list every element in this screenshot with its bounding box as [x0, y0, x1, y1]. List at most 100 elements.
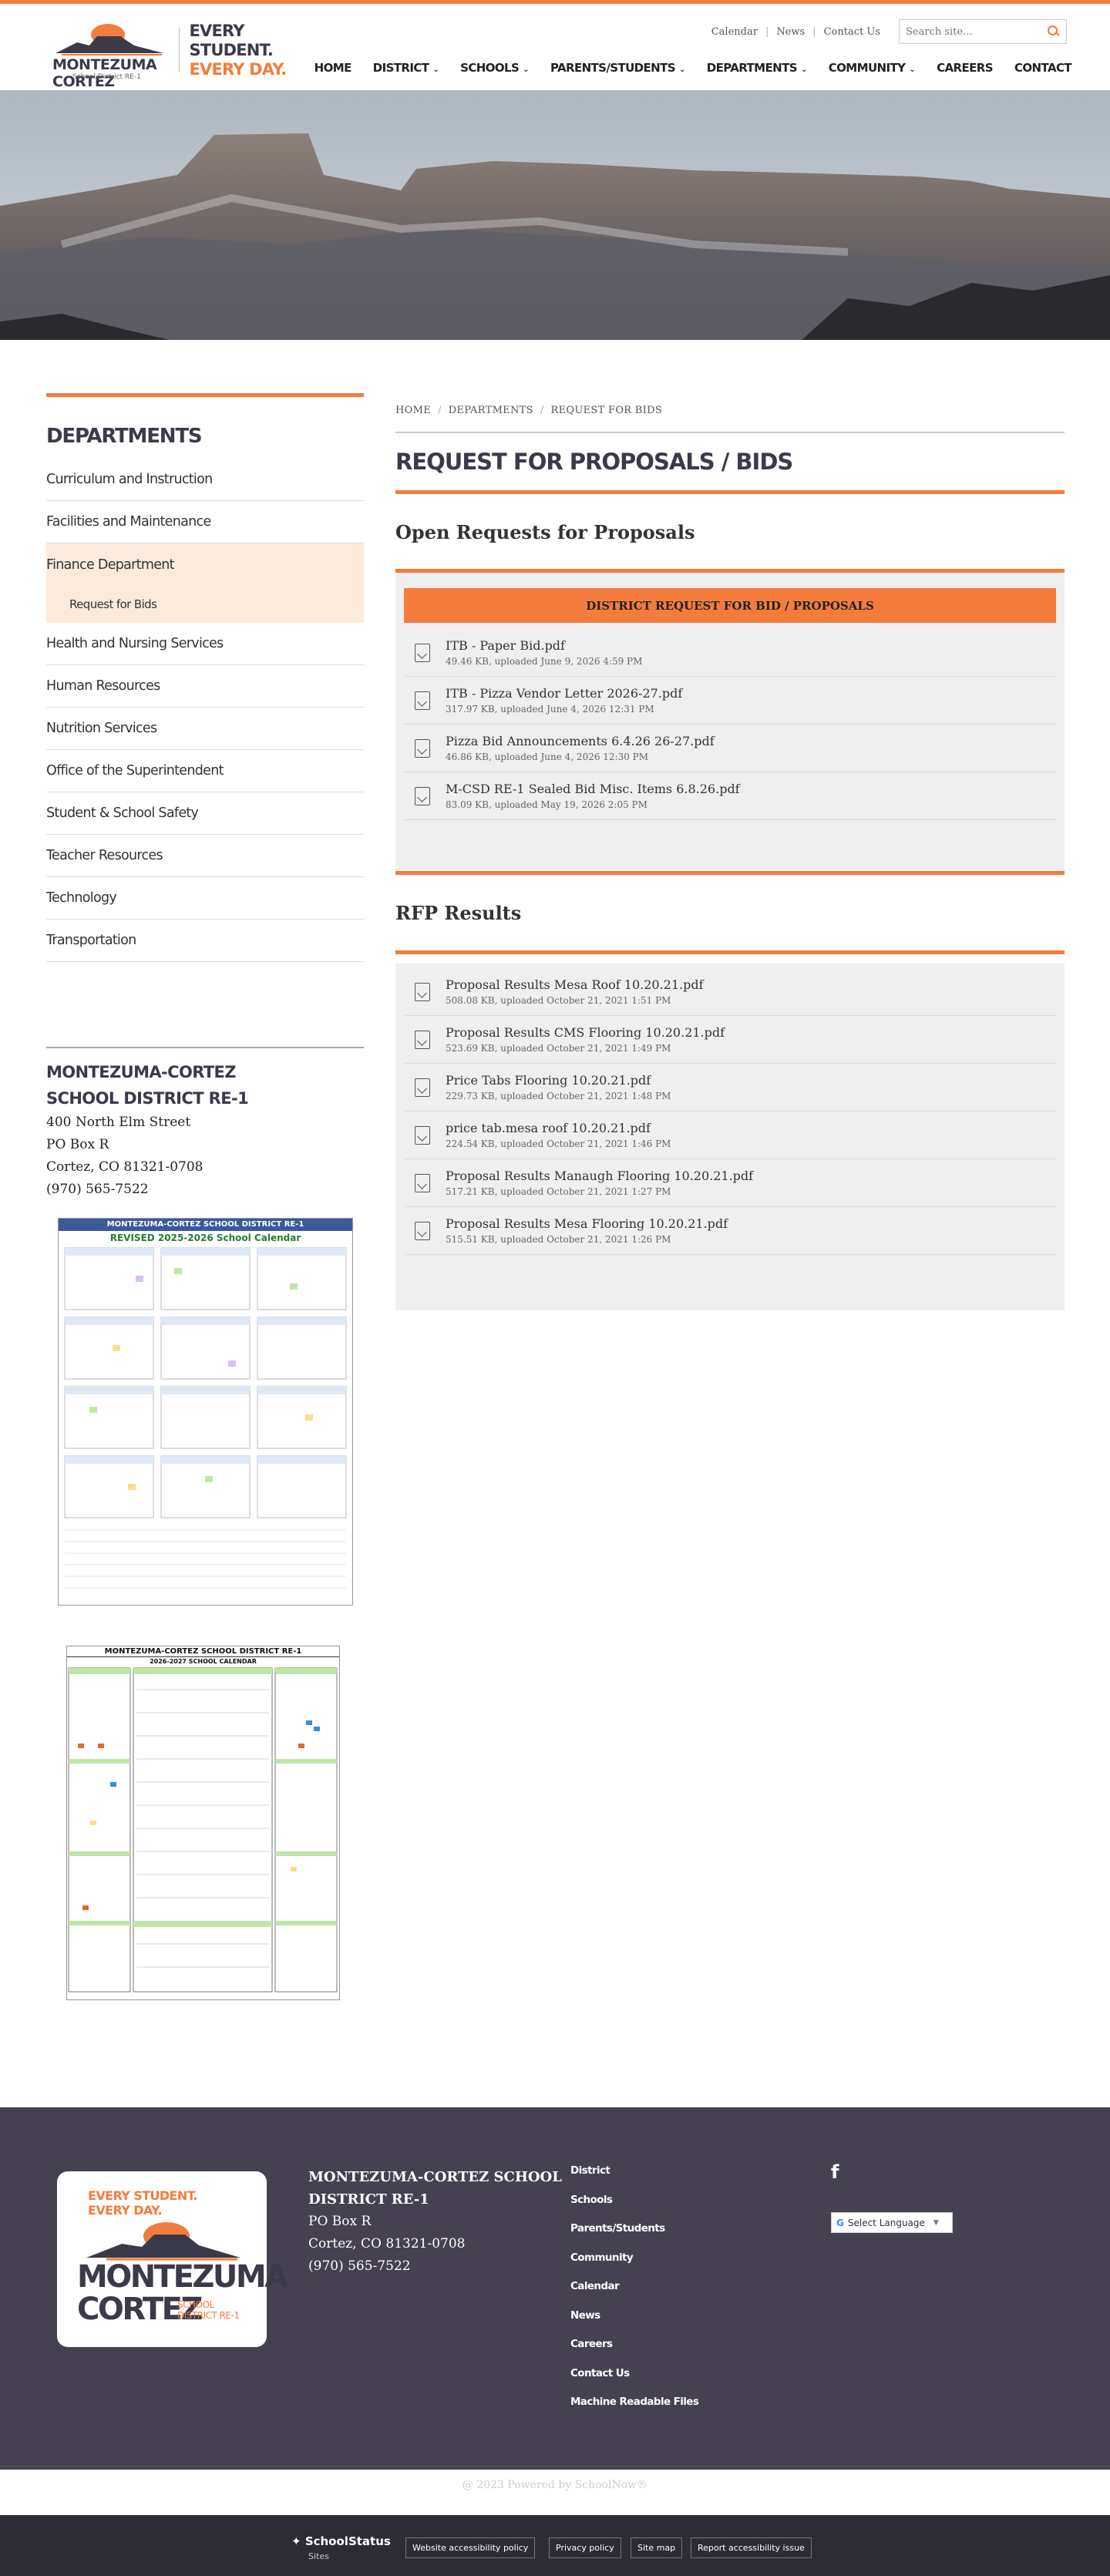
footer-link-machine-readable-files[interactable]: Machine Readable Files [570, 2396, 699, 2408]
calendar-2025-subtitle: REVISED 2025-2026 School Calendar [109, 1233, 301, 1243]
nav-home-label: HOME [314, 61, 352, 75]
site-footer: EVERY STUDENT. EVERY DAY. MONTEZUMA CORT… [0, 2107, 1110, 2470]
calendar-2026-2027-image[interactable]: MONTEZUMA-CORTEZ SCHOOL DISTRICT RE-1 20… [66, 1646, 340, 2000]
nav-district[interactable]: DISTRICT ⌄ [373, 61, 439, 75]
logo-mesa-graphic: MONTEZUMA CORTEZ School District RE-1 [49, 19, 170, 90]
sidebar-item-finance[interactable]: Finance Department [46, 543, 364, 586]
footer-address-city: Cortez, CO 81321-0708 [308, 2236, 466, 2251]
file-name[interactable]: Proposal Results Mesa Flooring 10.20.21.… [446, 1216, 728, 1231]
sidebar-item-teacher-resources[interactable]: Teacher Resources [46, 835, 364, 877]
nav-careers[interactable]: CAREERS [937, 61, 993, 75]
privacy-policy-button[interactable]: Privacy policy [549, 2537, 621, 2558]
breadcrumb-divider [395, 432, 1065, 433]
file-name[interactable]: price tab.mesa roof 10.20.21.pdf [446, 1121, 671, 1135]
footer-logo-district: SCHOOL DISTRICT RE-1 [177, 2299, 240, 2321]
breadcrumb: HOME / DEPARTMENTS / REQUEST FOR BIDS [395, 405, 662, 416]
file-item[interactable]: M-CSD RE-1 Sealed Bid Misc. Items 6.8.26… [404, 772, 1056, 820]
footer-link-parents-students[interactable]: Parents/Students [570, 2222, 665, 2235]
search-input[interactable] [906, 25, 1048, 38]
calendar-2025-2026-image[interactable]: MONTEZUMA-CORTEZ SCHOOL DISTRICT RE-1 RE… [58, 1218, 353, 1606]
file-name[interactable]: Pizza Bid Announcements 6.4.26 26-27.pdf [446, 734, 715, 748]
schoolstatus-logo[interactable]: ✦ SchoolStatus Sites [291, 2534, 391, 2562]
util-link-contact[interactable]: Contact Us [824, 26, 880, 38]
file-name[interactable]: M-CSD RE-1 Sealed Bid Misc. Items 6.8.26… [446, 782, 740, 796]
tagline: EVERY STUDENT. EVERY DAY. [189, 22, 296, 79]
sidebar: DEPARTMENTS Curriculum and Instruction F… [46, 393, 364, 1201]
footer-link-careers[interactable]: Careers [570, 2338, 613, 2350]
footer-link-community[interactable]: Community [570, 2251, 634, 2264]
schoolstatus-name: SchoolStatus [304, 2534, 391, 2548]
report-accessibility-issue-button[interactable]: Report accessibility issue [691, 2537, 812, 2558]
file-meta: 523.69 KB, uploaded October 21, 2021 1:4… [446, 1043, 671, 1054]
sidebar-item-health[interactable]: Health and Nursing Services [46, 623, 364, 665]
file-name[interactable]: Price Tabs Flooring 10.20.21.pdf [446, 1073, 671, 1088]
breadcrumb-separator: / [540, 405, 544, 416]
footer-logo-tagline: EVERY STUDENT. EVERY DAY. [88, 2188, 198, 2218]
nav-home[interactable]: HOME [314, 61, 352, 75]
nav-contact[interactable]: CONTACT [1014, 61, 1072, 75]
open-requests-bottom-rule [395, 871, 1065, 875]
accessibility-policy-button[interactable]: Website accessibility policy [405, 2537, 536, 2558]
file-item[interactable]: ITB - Pizza Vendor Letter 2026-27.pdf 317… [404, 677, 1056, 725]
nav-departments[interactable]: DEPARTMENTS ⌄ [707, 61, 808, 75]
file-name[interactable]: ITB - Paper Bid.pdf [446, 638, 642, 653]
nav-schools[interactable]: SCHOOLS ⌄ [460, 61, 529, 75]
file-item[interactable]: Proposal Results Mesa Flooring 10.20.21.… [404, 1207, 1056, 1255]
panel-title: DISTRICT REQUEST FOR BID / PROPOSALS [404, 588, 1056, 623]
sidebar-item-technology[interactable]: Technology [46, 877, 364, 920]
footer-address: MONTEZUMA-CORTEZ SCHOOL DISTRICT RE-1 PO… [308, 2166, 562, 2278]
bottom-bar: ✦ SchoolStatus Sites Website accessibili… [0, 2515, 1110, 2576]
file-meta: 46.86 KB, uploaded June 4, 2026 12:30 PM [446, 752, 649, 762]
language-select[interactable]: G Select Language ▼ [831, 2212, 953, 2233]
sidebar-divider [46, 1047, 364, 1048]
sidebar-item-hr[interactable]: Human Resources [46, 665, 364, 708]
footer-address-title-2: DISTRICT RE-1 [308, 2191, 429, 2208]
file-item[interactable]: ITB - Paper Bid.pdf 49.46 KB, uploaded Ju… [404, 629, 1056, 677]
footer-link-schools[interactable]: Schools [570, 2194, 613, 2206]
facebook-icon[interactable]: f [831, 2161, 839, 2183]
footer-link-district[interactable]: District [570, 2164, 610, 2177]
file-pdf-icon [415, 643, 430, 662]
sidebar-item-superintendent[interactable]: Office of the Superintendent [46, 750, 364, 792]
file-name[interactable]: Proposal Results Mesa Roof 10.20.21.pdf [446, 977, 704, 992]
sidebar-address: 400 North Elm Street PO Box R Cortez, CO… [46, 1111, 364, 1201]
file-item[interactable]: price tab.mesa roof 10.20.21.pdf 224.54 K… [404, 1111, 1056, 1159]
file-name[interactable]: Proposal Results CMS Flooring 10.20.21.p… [446, 1025, 725, 1040]
nav-contact-label: CONTACT [1014, 61, 1072, 75]
file-item[interactable]: Pizza Bid Announcements 6.4.26 26-27.pdf… [404, 725, 1056, 772]
breadcrumb-current: REQUEST FOR BIDS [550, 405, 663, 416]
nav-parents-students[interactable]: PARENTS/STUDENTS ⌄ [550, 61, 685, 75]
utility-nav: Calendar | News | Contact Us [711, 19, 1067, 44]
file-item[interactable]: Price Tabs Flooring 10.20.21.pdf 229.73 K… [404, 1064, 1056, 1111]
sidebar-address-pobox: PO Box R [46, 1137, 109, 1152]
site-logo[interactable]: MONTEZUMA CORTEZ School District RE-1 EV… [49, 18, 296, 91]
footer-link-news[interactable]: News [570, 2309, 600, 2322]
search-icon[interactable] [1048, 25, 1060, 38]
footer-logo[interactable]: EVERY STUDENT. EVERY DAY. MONTEZUMA CORT… [57, 2171, 288, 2347]
file-meta: 49.46 KB, uploaded June 9, 2026 4:59 PM [446, 656, 643, 667]
breadcrumb-home[interactable]: HOME [395, 405, 431, 416]
file-name[interactable]: Proposal Results Manaugh Flooring 10.20.… [446, 1169, 753, 1183]
sidebar-subitem-request-for-bids[interactable]: Request for Bids [46, 586, 364, 623]
file-name[interactable]: ITB - Pizza Vendor Letter 2026-27.pdf [446, 686, 682, 701]
google-icon: G [836, 2217, 844, 2228]
file-pdf-icon [415, 1030, 430, 1049]
logo-divider [179, 28, 180, 72]
util-link-calendar[interactable]: Calendar [711, 26, 758, 38]
sidebar-item-transportation[interactable]: Transportation [46, 920, 364, 962]
footer-link-calendar[interactable]: Calendar [570, 2280, 620, 2292]
sidebar-item-nutrition[interactable]: Nutrition Services [46, 708, 364, 750]
search-box [899, 19, 1067, 44]
footer-link-contact[interactable]: Contact Us [570, 2367, 630, 2379]
nav-community[interactable]: COMMUNITY ⌄ [829, 61, 916, 75]
sidebar-item-facilities[interactable]: Facilities and Maintenance [46, 501, 364, 543]
site-map-button[interactable]: Site map [631, 2537, 683, 2558]
util-link-news[interactable]: News [776, 26, 805, 38]
sidebar-item-safety[interactable]: Student & School Safety [46, 792, 364, 835]
file-item[interactable]: Proposal Results Mesa Roof 10.20.21.pdf 5… [404, 968, 1056, 1016]
file-item[interactable]: Proposal Results CMS Flooring 10.20.21.p… [404, 1016, 1056, 1064]
breadcrumb-departments[interactable]: DEPARTMENTS [449, 405, 533, 416]
file-item[interactable]: Proposal Results Manaugh Flooring 10.20.… [404, 1159, 1056, 1207]
sidebar-address-phone: (970) 565-7522 [46, 1182, 149, 1197]
sidebar-item-curriculum[interactable]: Curriculum and Instruction [46, 459, 364, 501]
